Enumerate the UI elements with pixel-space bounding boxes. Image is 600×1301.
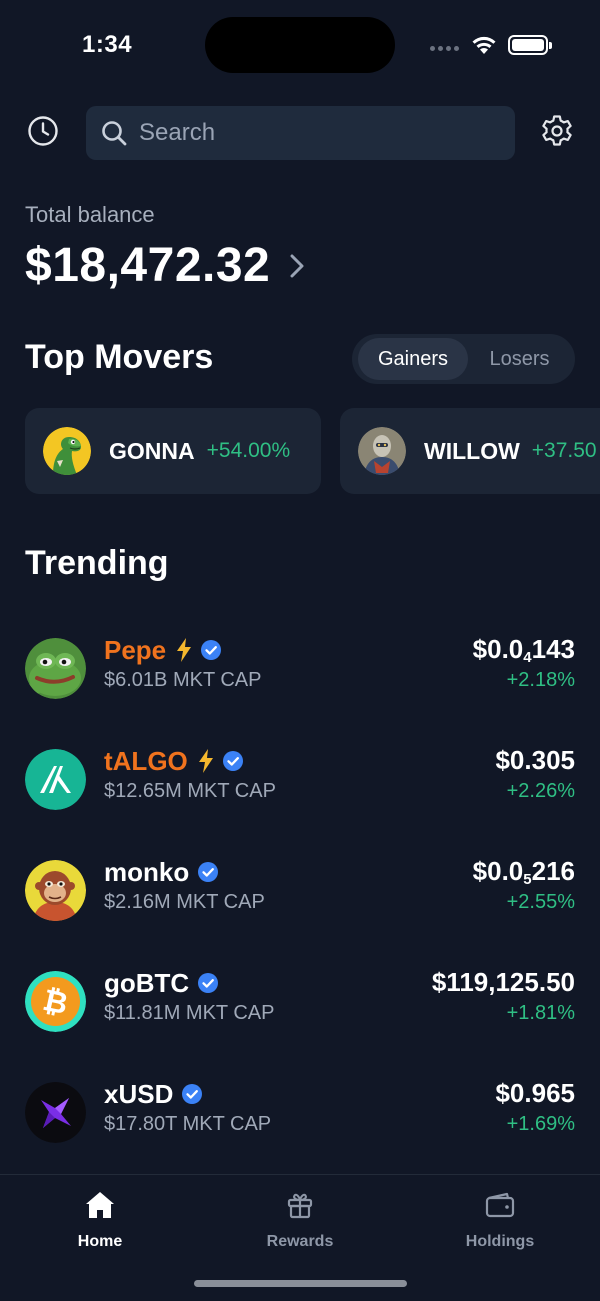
token-price: $0.965 bbox=[495, 1078, 575, 1108]
tab-label: Rewards bbox=[266, 1233, 334, 1250]
tab-home[interactable]: Home bbox=[30, 1189, 170, 1251]
dinosaur-avatar bbox=[43, 427, 91, 475]
verified-badge-icon bbox=[222, 750, 244, 772]
xusd-avatar bbox=[25, 1082, 86, 1143]
verified-badge-icon bbox=[181, 1083, 203, 1105]
token-change: +1.81% bbox=[506, 1002, 575, 1024]
robot-avatar bbox=[358, 427, 406, 475]
token-name: monko bbox=[104, 856, 190, 887]
lightning-bolt-icon bbox=[198, 749, 214, 773]
top-movers-title: Top Movers bbox=[25, 338, 214, 376]
token-change: +2.18% bbox=[506, 669, 575, 691]
cellular-signal-icon bbox=[430, 46, 459, 51]
balance-label: Total balance bbox=[25, 202, 155, 227]
battery-icon bbox=[508, 35, 552, 55]
token-price: $0.05216 bbox=[472, 856, 575, 888]
token-name: Pepe bbox=[104, 634, 167, 665]
bitcoin-avatar: ₿ bbox=[25, 971, 86, 1032]
tab-label: Holdings bbox=[465, 1233, 535, 1250]
token-name: tALGO bbox=[104, 745, 188, 776]
verified-badge-icon bbox=[200, 639, 222, 661]
token-row-gobtc[interactable]: ₿ goBTC $11.81M MKT CAP $119,125.50 +1.8… bbox=[25, 967, 575, 1033]
mover-change: +54.00% bbox=[206, 439, 291, 462]
token-price: $119,125.50 bbox=[431, 967, 575, 997]
token-name: xUSD bbox=[104, 1078, 174, 1109]
monkey-avatar bbox=[25, 860, 86, 921]
clock-icon bbox=[27, 115, 59, 152]
gear-icon bbox=[540, 114, 574, 153]
token-market-cap: $17.80T MKT CAP bbox=[104, 1113, 272, 1135]
search-input[interactable]: Search bbox=[86, 106, 515, 160]
status-bar: 1:34 bbox=[0, 0, 600, 90]
token-name: goBTC bbox=[104, 967, 190, 998]
token-market-cap: $6.01B MKT CAP bbox=[104, 669, 262, 691]
token-row-pepe[interactable]: Pepe $6.01B MKT CAP $0.04143 +2.18% bbox=[25, 634, 575, 700]
settings-button[interactable] bbox=[538, 114, 576, 152]
tab-losers[interactable]: Losers bbox=[468, 338, 571, 380]
dynamic-island bbox=[205, 17, 395, 73]
chevron-right-icon bbox=[290, 251, 310, 281]
tab-gainers[interactable]: Gainers bbox=[358, 338, 468, 380]
token-row-xusd[interactable]: xUSD $17.80T MKT CAP $0.965 +1.69% bbox=[25, 1078, 575, 1144]
verified-badge-icon bbox=[197, 972, 219, 994]
verified-badge-icon bbox=[197, 861, 219, 883]
search-icon bbox=[100, 119, 128, 147]
algorand-avatar bbox=[25, 749, 86, 810]
gift-icon bbox=[284, 1189, 316, 1221]
history-button[interactable] bbox=[25, 115, 61, 151]
trending-title: Trending bbox=[25, 544, 169, 582]
tab-rewards[interactable]: Rewards bbox=[230, 1189, 370, 1251]
lightning-bolt-icon bbox=[176, 638, 192, 662]
token-change: +2.55% bbox=[506, 891, 575, 913]
mover-card-willow[interactable]: WILLOW +37.50 bbox=[340, 408, 600, 494]
mover-name: GONNA bbox=[109, 437, 195, 464]
home-indicator bbox=[194, 1280, 407, 1287]
token-price: $0.04143 bbox=[472, 634, 575, 666]
token-change: +1.69% bbox=[506, 1113, 575, 1135]
token-market-cap: $12.65M MKT CAP bbox=[104, 780, 276, 802]
balance-amount: $18,472.32 bbox=[25, 239, 271, 292]
mover-name: WILLOW bbox=[424, 437, 520, 464]
token-change: +2.26% bbox=[506, 780, 575, 802]
token-market-cap: $2.16M MKT CAP bbox=[104, 891, 265, 913]
tab-holdings[interactable]: Holdings bbox=[430, 1189, 570, 1251]
wallet-icon bbox=[484, 1189, 516, 1221]
token-price: $0.305 bbox=[495, 745, 575, 775]
balance-row[interactable]: $18,472.32 bbox=[25, 238, 310, 293]
house-icon bbox=[84, 1189, 116, 1221]
wifi-icon bbox=[471, 33, 497, 60]
tab-label: Home bbox=[77, 1233, 123, 1250]
token-market-cap: $11.81M MKT CAP bbox=[104, 1002, 275, 1024]
top-movers-carousel: GONNA +54.00% WILLOW +37.50 bbox=[25, 408, 600, 494]
token-row-monko[interactable]: monko $2.16M MKT CAP $0.05216 +2.55% bbox=[25, 856, 575, 922]
search-placeholder: Search bbox=[139, 119, 216, 146]
mover-card-gonna[interactable]: GONNA +54.00% bbox=[25, 408, 321, 494]
status-time: 1:34 bbox=[82, 31, 133, 58]
mover-change: +37.50 bbox=[531, 439, 597, 462]
pepe-frog-avatar bbox=[25, 638, 86, 699]
movers-segmented-control: Gainers Losers bbox=[352, 334, 575, 384]
token-row-talgo[interactable]: tALGO $12.65M MKT CAP $0.305 +2.26% bbox=[25, 745, 575, 811]
